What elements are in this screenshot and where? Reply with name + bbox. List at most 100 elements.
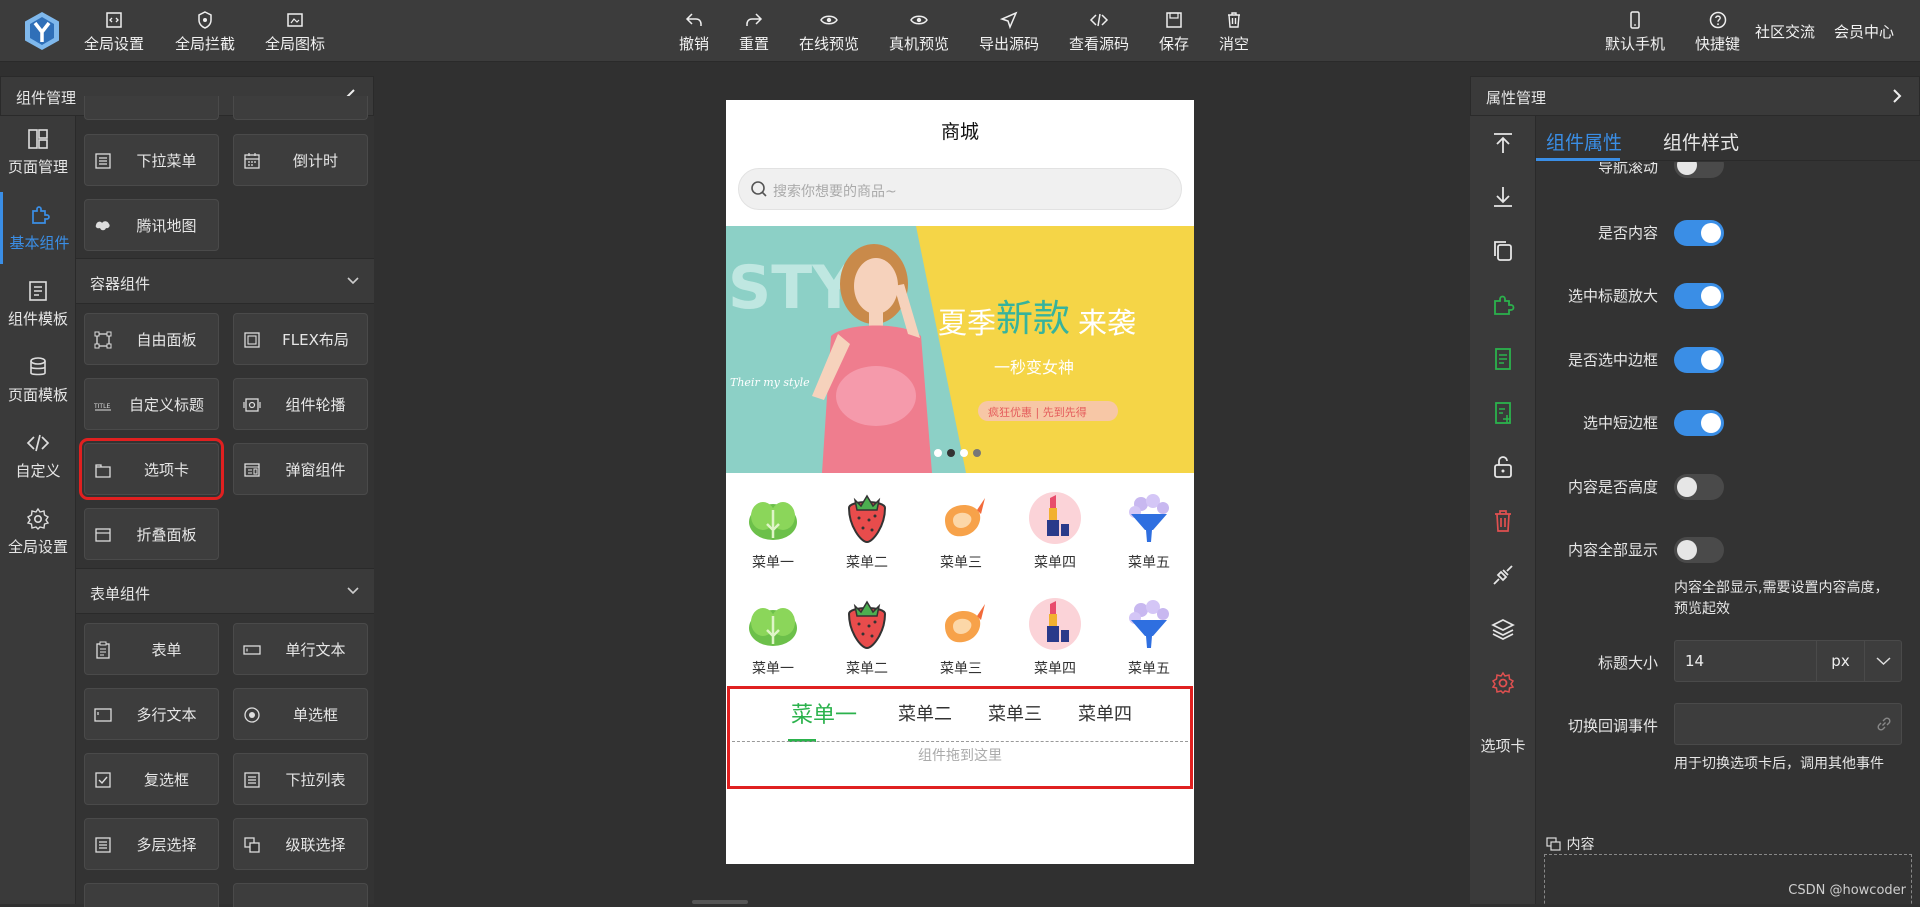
tab-component-props[interactable]: 组件属性 bbox=[1546, 128, 1622, 155]
clear-button[interactable]: 消空 bbox=[1219, 10, 1249, 54]
nav-label: 页面模板 bbox=[7, 386, 68, 404]
copy-icon[interactable] bbox=[1490, 238, 1516, 264]
comp-carousel[interactable]: 组件轮播 bbox=[233, 378, 368, 430]
menu-item[interactable]: 菜单五 bbox=[1102, 490, 1196, 572]
menu-item[interactable]: 菜单一 bbox=[726, 490, 820, 572]
comp-multi-level-select[interactable]: 多层选择 bbox=[84, 818, 219, 870]
global-intercept-button[interactable]: 全局拦截 bbox=[175, 10, 235, 54]
comp-checkbox[interactable]: 复选框 bbox=[84, 753, 219, 805]
comp-custom-title[interactable]: TITLE 自定义标题 bbox=[84, 378, 219, 430]
comp-flex-layout[interactable]: FLEX布局 bbox=[233, 313, 368, 365]
comp-popup[interactable]: 弹窗组件 bbox=[233, 443, 368, 495]
toggle-selected-border[interactable] bbox=[1674, 347, 1724, 373]
tab-component-style[interactable]: 组件样式 bbox=[1663, 128, 1739, 155]
component-item[interactable] bbox=[84, 96, 219, 120]
icon-menu-row: 菜单一 菜单二 菜单三 菜单四 菜单五 bbox=[726, 490, 1194, 580]
document-icon[interactable] bbox=[1490, 346, 1516, 372]
global-settings-button[interactable]: 全局设置 bbox=[84, 10, 144, 54]
menu-item[interactable]: 菜单三 bbox=[914, 596, 1008, 678]
comp-collapse-panel[interactable]: 折叠面板 bbox=[84, 508, 219, 560]
comp-dropdown-menu[interactable]: 下拉菜单 bbox=[84, 134, 219, 186]
global-icons-button[interactable]: 全局图标 bbox=[265, 10, 325, 54]
svg-text:STY: STY bbox=[728, 253, 857, 323]
chevron-right-icon[interactable] bbox=[1891, 88, 1903, 104]
comp-multi-text[interactable]: 多行文本 bbox=[84, 688, 219, 740]
view-source-button[interactable]: 查看源码 bbox=[1069, 10, 1129, 54]
switch-event-input[interactable] bbox=[1674, 703, 1902, 745]
comp-single-text[interactable]: 单行文本 bbox=[233, 623, 368, 675]
menu-item[interactable]: 菜单五 bbox=[1102, 596, 1196, 678]
tabs-component[interactable]: 菜单一 菜单二 菜单三 菜单四 组件拖到这里 bbox=[727, 686, 1193, 789]
default-phone-button[interactable]: 默认手机 bbox=[1605, 10, 1665, 54]
section-form-components[interactable]: 表单组件 bbox=[76, 568, 374, 614]
community-link[interactable]: 社区交流 bbox=[1755, 21, 1815, 42]
menu-item[interactable]: 菜单四 bbox=[1008, 596, 1102, 678]
component-item[interactable] bbox=[84, 883, 219, 907]
toggle-has-content[interactable] bbox=[1674, 220, 1724, 246]
layers-icon[interactable] bbox=[1490, 616, 1516, 642]
export-source-label: 导出源码 bbox=[979, 35, 1040, 53]
toggle-nav-scroll[interactable] bbox=[1674, 162, 1724, 178]
search-bar[interactable]: 搜索你想要的商品~ bbox=[738, 168, 1182, 210]
delete-icon[interactable] bbox=[1490, 508, 1516, 534]
menu-item[interactable]: 菜单三 bbox=[914, 490, 1008, 572]
member-center-link[interactable]: 会员中心 bbox=[1834, 21, 1894, 42]
menu-item[interactable]: 菜单二 bbox=[820, 596, 914, 678]
save-button[interactable]: 保存 bbox=[1159, 10, 1189, 54]
comp-label: 自定义标题 bbox=[128, 396, 204, 414]
menu-label: 菜单二 bbox=[846, 555, 888, 571]
comp-select-list[interactable]: 下拉列表 bbox=[233, 753, 368, 805]
component-item[interactable] bbox=[233, 96, 368, 120]
nav-global-settings[interactable]: 全局设置 bbox=[0, 496, 76, 568]
cascade-icon bbox=[244, 837, 260, 853]
nav-page-templates[interactable]: 页面模板 bbox=[0, 344, 76, 416]
tab-menu-1[interactable]: 菜单一 bbox=[791, 697, 857, 729]
move-top-icon[interactable] bbox=[1490, 130, 1516, 156]
export-source-button[interactable]: 导出源码 bbox=[979, 10, 1039, 54]
comp-radio[interactable]: 单选框 bbox=[233, 688, 368, 740]
unit-dropdown[interactable] bbox=[1864, 641, 1901, 681]
toggle-content-all[interactable] bbox=[1674, 537, 1724, 563]
eye-icon bbox=[910, 15, 928, 25]
unlock-icon[interactable] bbox=[1490, 454, 1516, 480]
tab-menu-3[interactable]: 菜单三 bbox=[988, 700, 1042, 726]
gear-icon[interactable] bbox=[1490, 670, 1516, 696]
online-preview-button[interactable]: 在线预览 bbox=[799, 10, 859, 54]
comp-tabs[interactable]: 选项卡 bbox=[79, 438, 224, 500]
tab-menu-2[interactable]: 菜单二 bbox=[898, 700, 952, 726]
toggle-title-enlarge[interactable] bbox=[1674, 283, 1724, 309]
watermark: CSDN @howcoder bbox=[1788, 883, 1906, 898]
eye-icon bbox=[820, 15, 838, 25]
menu-item[interactable]: 菜单一 bbox=[726, 596, 820, 678]
toggle-content-height[interactable] bbox=[1674, 474, 1724, 500]
puzzle-icon[interactable] bbox=[1490, 292, 1516, 318]
redo-button[interactable]: 重置 bbox=[739, 10, 769, 54]
add-document-icon[interactable] bbox=[1490, 400, 1516, 426]
comp-countdown[interactable]: 倒计时 bbox=[233, 134, 368, 186]
tab-menu-4[interactable]: 菜单四 bbox=[1078, 700, 1132, 726]
nav-component-templates[interactable]: 组件模板 bbox=[0, 268, 76, 340]
device-preview-button[interactable]: 真机预览 bbox=[889, 10, 949, 54]
global-settings-label: 全局设置 bbox=[84, 35, 145, 53]
component-item[interactable] bbox=[233, 883, 368, 907]
comp-form[interactable]: 表单 bbox=[84, 623, 219, 675]
menu-item[interactable]: 菜单四 bbox=[1008, 490, 1102, 572]
shortcut-button[interactable]: 快捷键 bbox=[1695, 10, 1740, 54]
undo-button[interactable]: 撤销 bbox=[679, 10, 709, 54]
move-bottom-icon[interactable] bbox=[1490, 184, 1516, 210]
horizontal-scrollbar[interactable] bbox=[692, 900, 748, 904]
collapse-panel-icon bbox=[95, 528, 111, 542]
comp-free-panel[interactable]: 自由面板 bbox=[84, 313, 219, 365]
nav-page-manage[interactable]: 页面管理 bbox=[0, 116, 76, 188]
nav-basic-components[interactable]: 基本组件 bbox=[0, 192, 76, 264]
carousel-banner[interactable]: STY Their my style 夏季 新款 来袭 一秒变女神 疯狂优惠 |… bbox=[726, 226, 1194, 473]
menu-item[interactable]: 菜单二 bbox=[820, 490, 914, 572]
nav-custom[interactable]: 自定义 bbox=[0, 420, 76, 492]
comp-cascade-select[interactable]: 级联选择 bbox=[233, 818, 368, 870]
comp-tencent-map[interactable]: 腾讯地图 bbox=[84, 199, 219, 251]
toggle-short-border[interactable] bbox=[1674, 410, 1724, 436]
link-plug-icon[interactable] bbox=[1490, 562, 1516, 588]
search-icon bbox=[751, 181, 767, 197]
section-container-components[interactable]: 容器组件 bbox=[76, 258, 374, 304]
title-size-input[interactable]: 14 px bbox=[1674, 640, 1902, 682]
